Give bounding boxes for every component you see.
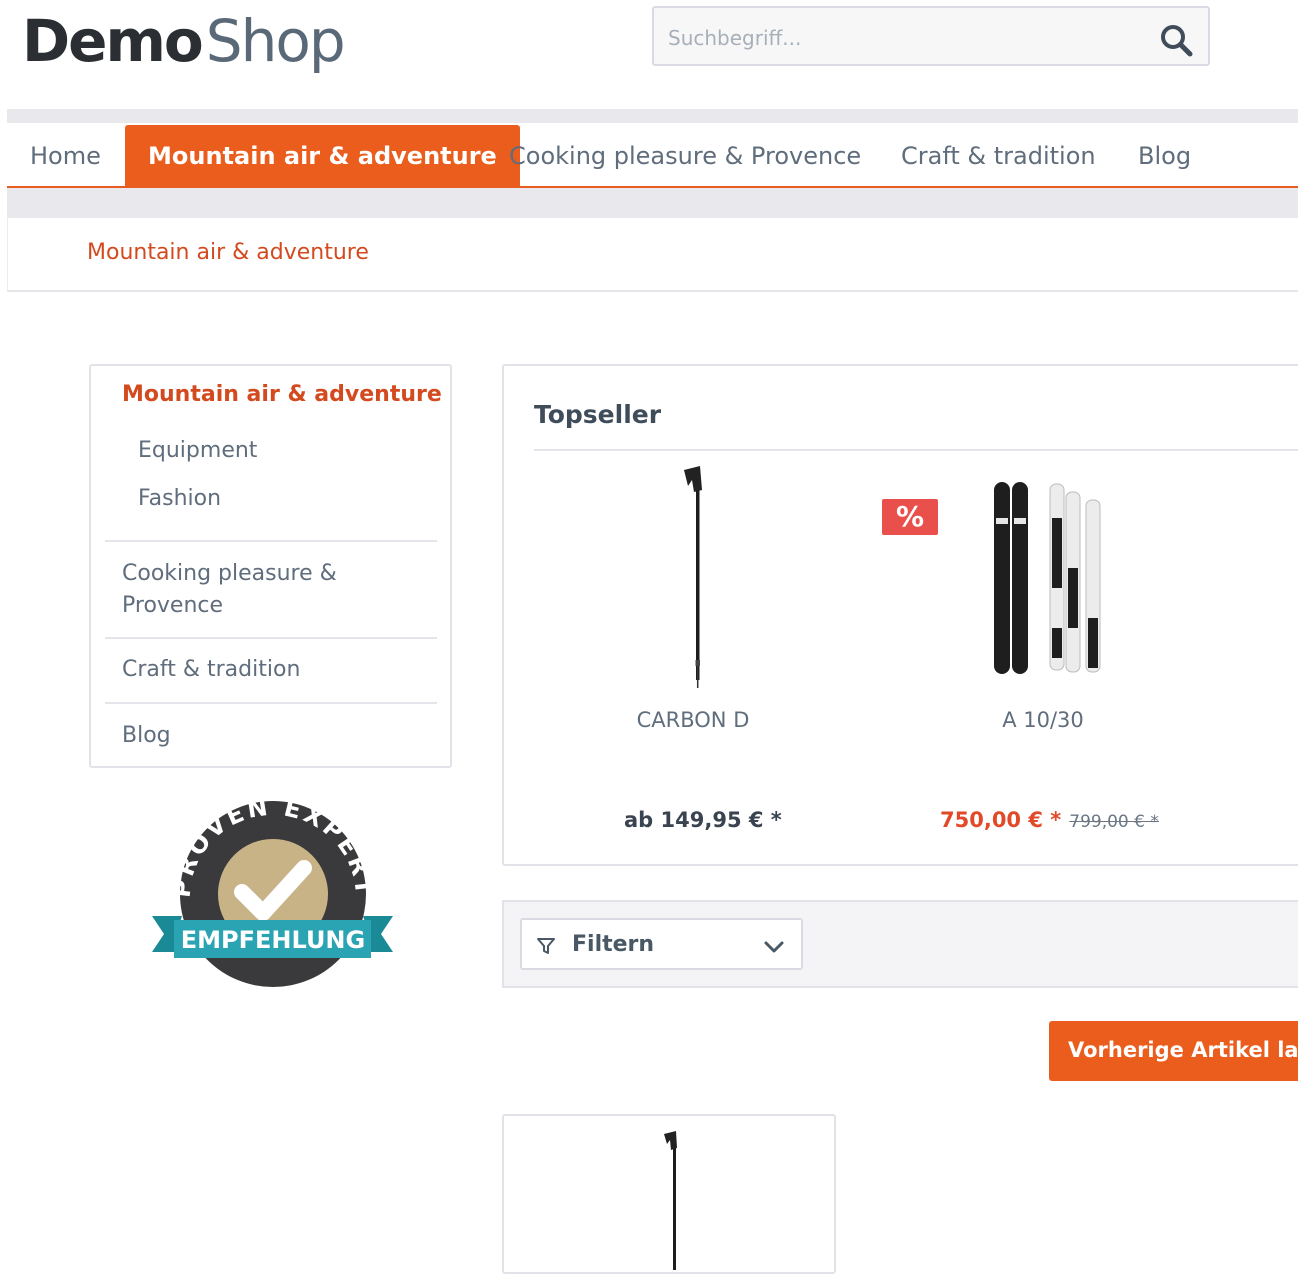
skis-image[interactable] (990, 478, 1110, 678)
sidebar-item-cooking[interactable]: Cooking pleasure & Provence (122, 558, 362, 622)
topseller-divider (534, 449, 1298, 451)
sale-price: 750,00 € * (940, 808, 1062, 832)
product-name-a1030[interactable]: A 10/30 (893, 708, 1193, 732)
nav-item-mountain-air[interactable]: Mountain air & adventure (125, 125, 520, 186)
search-input[interactable]: Suchbegriff... (668, 26, 801, 50)
load-previous-button[interactable]: Vorherige Artikel laden (1049, 1021, 1298, 1081)
filter-label: Filtern (572, 932, 655, 957)
main-navigation: Home Mountain air & adventure Cooking pl… (7, 123, 1298, 188)
sidebar-divider (105, 637, 437, 639)
nav-bottom-divider (7, 188, 1298, 218)
logo-demo-text: Demo (22, 7, 204, 75)
old-price: 799,00 € * (1069, 812, 1159, 832)
logo-shop-text: Shop (205, 7, 346, 75)
filter-button[interactable]: Filtern (520, 918, 803, 970)
sidebar-divider (105, 540, 437, 542)
sidebar-item-blog[interactable]: Blog (122, 720, 171, 752)
topseller-panel (502, 364, 1298, 866)
nav-item-blog[interactable]: Blog (1138, 123, 1191, 186)
product-price-a1030: 750,00 € * 799,00 € * (940, 808, 1159, 832)
nav-item-cooking[interactable]: Cooking pleasure & Provence (509, 123, 861, 186)
topseller-title: Topseller (534, 400, 662, 429)
nav-item-craft[interactable]: Craft & tradition (901, 123, 1096, 186)
sidebar-item-equipment[interactable]: Equipment (138, 438, 257, 463)
nav-top-divider (7, 109, 1298, 123)
sidebar-item-fashion[interactable]: Fashion (138, 486, 221, 511)
ski-pole-image[interactable] (678, 464, 718, 690)
filter-icon (537, 938, 555, 954)
sidebar-divider (105, 702, 437, 704)
nav-item-home[interactable]: Home (30, 123, 101, 186)
load-previous-label: Vorherige Artikel laden (1068, 1038, 1298, 1062)
product-card[interactable] (502, 1114, 836, 1274)
sidebar-item-mountain-air[interactable]: Mountain air & adventure (122, 382, 442, 407)
shop-logo[interactable]: DemoShop (22, 6, 346, 76)
chevron-down-icon (764, 941, 784, 953)
search-icon[interactable] (1158, 22, 1194, 58)
product-name-carbon-d[interactable]: CARBON D (543, 708, 843, 732)
sale-badge: % (882, 499, 938, 535)
sidebar-item-craft[interactable]: Craft & tradition (122, 654, 300, 686)
ski-pole-image (664, 1131, 677, 1270)
product-price-carbon-d: ab 149,95 € * (624, 808, 782, 832)
badge-ribbon-text: EMPFEHLUNG (181, 926, 365, 954)
proven-expert-badge[interactable]: PROVEN EXPERT EMPFEHLUNG (150, 798, 395, 988)
search-field[interactable]: Suchbegriff... (652, 6, 1210, 66)
breadcrumb[interactable]: Mountain air & adventure (87, 240, 369, 265)
